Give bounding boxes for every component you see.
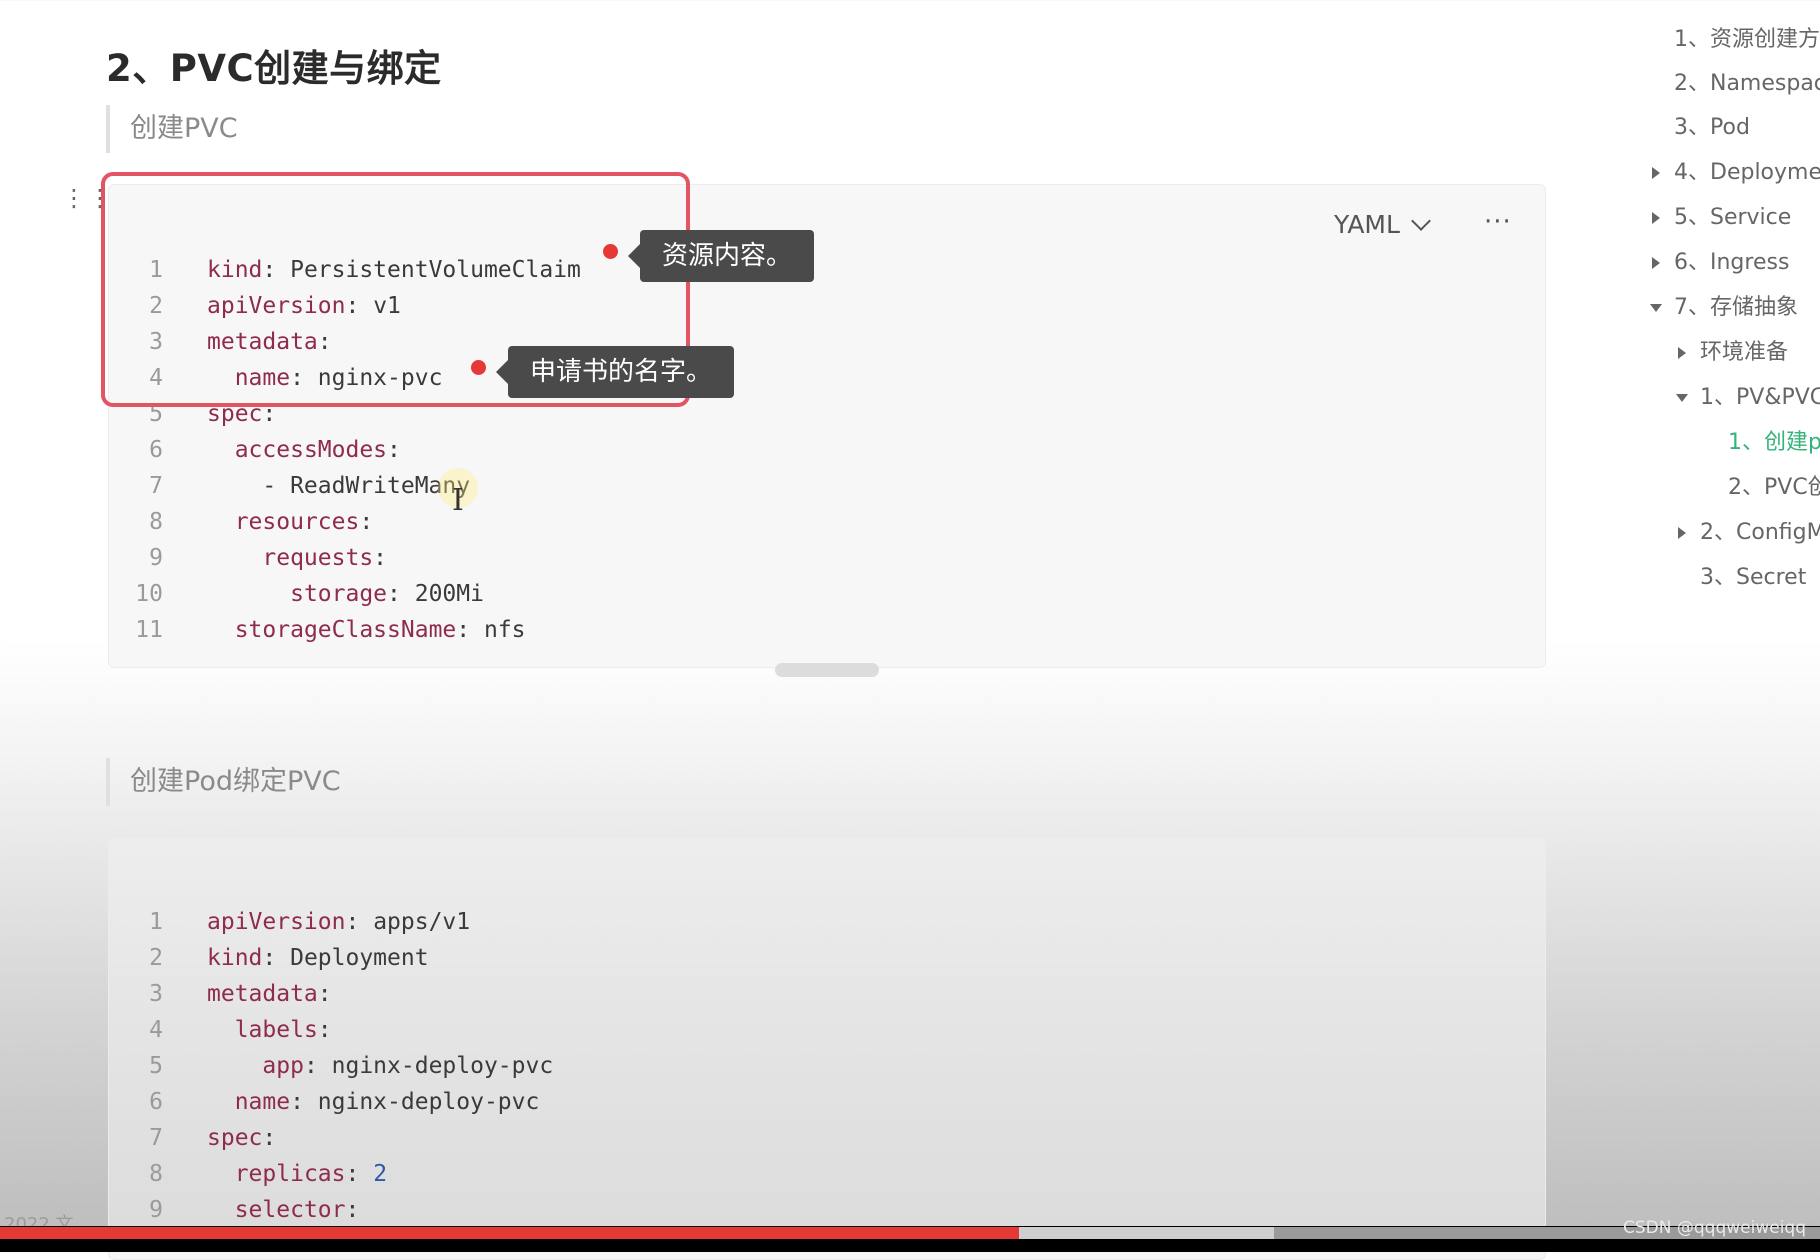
quote-create-pvc: 创建PVC xyxy=(106,105,238,153)
toc-item[interactable]: 3、Pod xyxy=(1674,110,1750,146)
annotation-tooltip-resource: 资源内容。 xyxy=(627,230,815,282)
language-selector[interactable]: YAML xyxy=(1334,209,1431,241)
more-options-icon[interactable]: ··· xyxy=(1484,207,1512,237)
text-cursor-icon: I xyxy=(452,483,464,518)
drag-handle-icon[interactable]: ⋮⋮ xyxy=(62,186,112,224)
quote-create-pod: 创建Pod绑定PVC xyxy=(106,758,341,806)
annotation-tooltip-name: 申请书的名字。 xyxy=(495,346,735,398)
toc-item-active[interactable]: 1、创建p xyxy=(1728,425,1820,461)
code-block-pvc[interactable]: YAML ··· 1 kind: PersistentVolumeClaim 2a… xyxy=(108,184,1546,677)
chevron-down-icon xyxy=(1411,211,1431,231)
toc-item[interactable]: 环境准备 xyxy=(1700,335,1788,371)
collapse-triangle-icon[interactable] xyxy=(1676,394,1688,402)
toc-item[interactable]: 1、PV&PVC xyxy=(1700,380,1820,416)
expand-triangle-icon[interactable] xyxy=(1678,347,1686,359)
toc-item[interactable]: 7、存储抽象 xyxy=(1674,290,1798,326)
progress-fill xyxy=(0,1227,1020,1239)
expand-triangle-icon[interactable] xyxy=(1678,527,1686,539)
horizontal-scrollbar[interactable] xyxy=(775,663,879,677)
watermark: CSDN @qqqweiweiqq xyxy=(1623,1218,1806,1238)
table-of-contents: 1、资源创建方 2、Namespace 3、Pod 4、Deploymen 5、… xyxy=(1650,0,1820,600)
expand-triangle-icon[interactable] xyxy=(1652,212,1660,224)
section-heading: 2、PVC创建与绑定 xyxy=(106,47,442,90)
toc-item[interactable]: 1、资源创建方 xyxy=(1674,22,1820,58)
annotation-dot xyxy=(603,244,618,259)
toc-item[interactable]: 5、Service xyxy=(1674,200,1791,236)
toc-item[interactable]: 4、Deploymen xyxy=(1674,155,1820,191)
toc-item[interactable]: 2、Namespace xyxy=(1674,66,1820,102)
toc-item[interactable]: 2、PVC创 xyxy=(1728,470,1820,506)
toc-item[interactable]: 3、Secret xyxy=(1700,560,1806,596)
toc-item[interactable]: 2、ConfigM xyxy=(1700,515,1820,551)
toc-item[interactable]: 6、Ingress xyxy=(1674,245,1789,281)
language-label: YAML xyxy=(1334,210,1400,239)
expand-triangle-icon[interactable] xyxy=(1652,167,1660,179)
annotation-dot xyxy=(471,360,486,375)
collapse-triangle-icon[interactable] xyxy=(1650,304,1662,312)
code-block-deployment[interactable]: 1 apiVersion: apps/v1 2 kind: Deployment 3… xyxy=(108,838,1546,1260)
expand-triangle-icon[interactable] xyxy=(1652,257,1660,269)
